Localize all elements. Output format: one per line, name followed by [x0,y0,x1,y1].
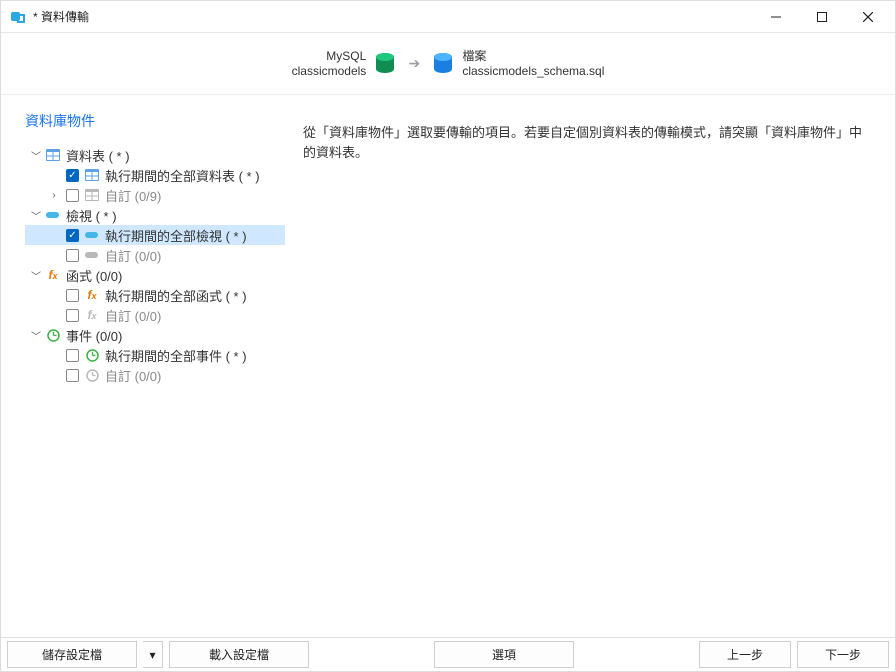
events-runtime-label: 執行期間的全部事件 ( * ) [105,346,247,365]
save-profile-dropdown[interactable]: ▾ [143,641,163,668]
save-profile-button[interactable]: 儲存設定檔 [7,641,137,668]
chevron-down-icon[interactable]: ﹀ [29,148,43,163]
transfer-header: MySQL classicmodels ➔ 檔案 classicmodels_s… [1,33,895,95]
event-icon [45,328,61,342]
minimize-button[interactable] [753,2,799,32]
function-icon: fx [84,308,100,322]
checkbox[interactable]: ✓ [66,229,79,242]
chevron-down-icon[interactable]: ﹀ [29,328,43,343]
tree-node-functions[interactable]: ﹀ fx 函式 (0/0) [25,265,285,285]
tables-runtime-label: 執行期間的全部資料表 ( * ) [105,166,260,185]
checkbox[interactable] [66,349,79,362]
tables-label: 資料表 ( * ) [66,146,130,165]
table-icon [45,148,61,162]
views-label: 檢視 ( * ) [66,206,117,225]
app-icon [9,8,27,26]
functions-runtime-label: 執行期間的全部函式 ( * ) [105,286,247,305]
function-icon: fx [45,268,61,282]
arrow-right-icon: ➔ [404,55,424,72]
functions-custom-label: 自訂 (0/0) [105,306,161,325]
view-icon [84,228,100,242]
tables-custom-label: 自訂 (0/9) [105,186,161,205]
tree-node-views[interactable]: ﹀ 檢視 ( * ) [25,205,285,225]
checkbox[interactable] [66,189,79,202]
target-label: 檔案 classicmodels_schema.sql [462,49,604,79]
view-icon [84,248,100,262]
event-icon [84,368,100,382]
function-icon: fx [84,288,100,302]
tree-node-views-runtime[interactable]: · ✓ 執行期間的全部檢視 ( * ) [25,225,285,245]
checkbox[interactable] [66,309,79,322]
load-profile-button[interactable]: 載入設定檔 [169,641,309,668]
close-button[interactable] [845,2,891,32]
tree-node-functions-runtime[interactable]: · fx 執行期間的全部函式 ( * ) [25,285,285,305]
tree-node-events[interactable]: ﹀ 事件 (0/0) [25,325,285,345]
chevron-down-icon[interactable]: ﹀ [29,208,43,223]
content-hint: 從「資料庫物件」選取要傳輸的項目。若要自定個別資料表的傳輸模式，請突顯「資料庫物… [291,95,895,637]
table-icon [84,168,100,182]
chevron-right-icon[interactable]: › [47,190,61,201]
footer: 儲存設定檔 ▾ 載入設定檔 選項 上一步 下一步 [1,637,895,671]
source-label: MySQL classicmodels [292,49,367,79]
sidebar: 資料庫物件 ﹀ 資料表 ( * ) · ✓ 執行期間的全部資料表 ( * ) ›… [1,95,291,637]
next-button[interactable]: 下一步 [797,641,889,668]
events-custom-label: 自訂 (0/0) [105,366,161,385]
views-custom-label: 自訂 (0/0) [105,246,161,265]
tree-node-events-runtime[interactable]: · 執行期間的全部事件 ( * ) [25,345,285,365]
target-type: 檔案 [462,49,604,64]
target-name: classicmodels_schema.sql [462,64,604,79]
database-target-icon [432,52,454,76]
checkbox[interactable]: ✓ [66,169,79,182]
checkbox[interactable] [66,249,79,262]
source-name: classicmodels [292,64,367,79]
tree-node-tables-custom[interactable]: › 自訂 (0/9) [25,185,285,205]
object-tree: ﹀ 資料表 ( * ) · ✓ 執行期間的全部資料表 ( * ) › 自訂 (0… [25,145,285,385]
event-icon [84,348,100,362]
tree-node-views-custom[interactable]: · 自訂 (0/0) [25,245,285,265]
maximize-button[interactable] [799,2,845,32]
checkbox[interactable] [66,369,79,382]
section-title: 資料庫物件 [25,111,285,131]
prev-button[interactable]: 上一步 [699,641,791,668]
events-label: 事件 (0/0) [66,326,122,345]
functions-label: 函式 (0/0) [66,266,122,285]
tree-node-tables[interactable]: ﹀ 資料表 ( * ) [25,145,285,165]
source-type: MySQL [292,49,367,64]
tree-node-events-custom[interactable]: · 自訂 (0/0) [25,365,285,385]
tree-node-functions-custom[interactable]: · fx 自訂 (0/0) [25,305,285,325]
chevron-down-icon[interactable]: ﹀ [29,268,43,283]
tree-node-tables-runtime[interactable]: · ✓ 執行期間的全部資料表 ( * ) [25,165,285,185]
titlebar: * 資料傳輸 [1,1,895,33]
window-title: * 資料傳輸 [33,8,89,25]
view-icon [45,208,61,222]
checkbox[interactable] [66,289,79,302]
options-button[interactable]: 選項 [434,641,574,668]
table-icon [84,188,100,202]
database-source-icon [374,52,396,76]
views-runtime-label: 執行期間的全部檢視 ( * ) [105,226,247,245]
